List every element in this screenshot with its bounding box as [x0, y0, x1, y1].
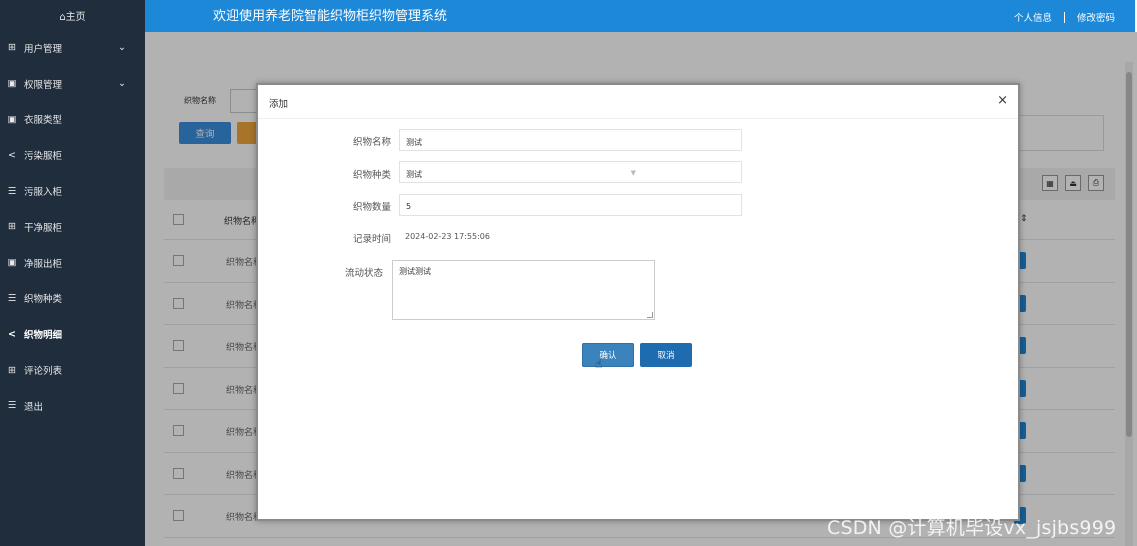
- sidebar-item[interactable]: ▣ 净服出柜: [0, 245, 145, 281]
- share-icon: <: [8, 149, 16, 161]
- sidebar-item[interactable]: ☰ 织物种类: [0, 281, 145, 317]
- chevron-down-icon: ⌄: [118, 42, 126, 53]
- sidebar-item[interactable]: ▣ 权限管理 ⌄: [0, 66, 145, 102]
- record-time-value: 2024-02-23 17:55:06: [405, 232, 490, 241]
- type-label: 织物种类: [352, 170, 391, 181]
- watermark: CSDN @计算机毕设vx_jsjbs999: [827, 517, 1117, 539]
- flow-status-textarea[interactable]: 测试测试: [392, 260, 655, 320]
- quantity-label: 织物数量: [352, 202, 391, 213]
- grid-icon: ⊞: [8, 364, 16, 376]
- hand-cursor-icon: ☝: [595, 357, 603, 371]
- name-field[interactable]: 测试: [399, 129, 742, 151]
- home-link[interactable]: ⌂主页: [0, 0, 145, 30]
- cancel-button[interactable]: 取消: [640, 343, 692, 367]
- sidebar-item-label: 织物种类: [24, 294, 63, 306]
- grid-icon: ⊞: [8, 221, 16, 233]
- page-title: 欢迎使用养老院智能织物柜织物管理系统: [213, 9, 448, 24]
- sidebar-item[interactable]: < 织物明细: [0, 316, 145, 352]
- list-icon: ☰: [7, 292, 17, 304]
- sidebar-item-label: 干净服柜: [24, 222, 63, 234]
- header-divider: [1063, 11, 1065, 23]
- sidebar-item-label: 污服入柜: [24, 187, 63, 199]
- type-select-value: 测试: [406, 170, 422, 179]
- flow-status-value: 测试测试: [399, 267, 431, 276]
- sidebar-item-label: 织物明细: [24, 330, 63, 342]
- grid-icon: ⊞: [8, 42, 16, 54]
- sidebar-item[interactable]: ⊞ 用户管理 ⌄: [0, 30, 145, 66]
- dialog-title: 添加: [269, 99, 289, 110]
- sidebar-item[interactable]: < 污染服柜: [0, 137, 145, 173]
- sidebar-item-label: 评论列表: [24, 366, 63, 378]
- change-password-link[interactable]: 修改密码: [1077, 10, 1115, 24]
- add-dialog: 添加 × 织物名称 测试 织物种类 测试 ▼ 织物数量 5 记录时间 2024-…: [256, 83, 1020, 521]
- sidebar-item-label: 衣服类型: [24, 115, 63, 127]
- chevron-down-icon: ⌄: [118, 77, 126, 89]
- share-icon: <: [8, 328, 16, 340]
- chevron-down-icon: ▼: [630, 169, 636, 177]
- type-select[interactable]: 测试: [399, 161, 742, 183]
- confirm-button[interactable]: 确认: [582, 343, 634, 367]
- sidebar-item[interactable]: ⊞ 干净服柜: [0, 209, 145, 245]
- dialog-header: 添加 ×: [258, 85, 1018, 119]
- home-label: ⌂主页: [59, 11, 86, 23]
- profile-link[interactable]: 个人信息: [1014, 10, 1052, 24]
- sidebar-item[interactable]: ▣ 衣服类型: [0, 102, 145, 138]
- sidebar-menu: ⊞ 用户管理 ⌄ ▣ 权限管理 ⌄ ▣ 衣服类型 < 污染服柜 ☰ 污服入柜 ⊞ 干净服柜 ▣ 净服出柜 ☰ 织物…: [0, 30, 145, 424]
- book-icon: ▣: [7, 113, 17, 125]
- sidebar-item-label: 权限管理: [24, 79, 63, 91]
- record-time-label: 记录时间: [352, 234, 391, 245]
- sidebar-item[interactable]: ☰ 退出: [0, 388, 145, 424]
- resize-handle-icon[interactable]: [647, 312, 653, 318]
- sidebar-item-label: 污染服柜: [24, 151, 63, 163]
- sidebar-item-label: 净服出柜: [24, 258, 63, 270]
- sidebar-item[interactable]: ☰ 污服入柜: [0, 173, 145, 209]
- quantity-field[interactable]: 5: [399, 194, 742, 216]
- close-icon[interactable]: ×: [997, 93, 1008, 108]
- name-label: 织物名称: [352, 137, 391, 148]
- sidebar: ⌂主页 ⊞ 用户管理 ⌄ ▣ 权限管理 ⌄ ▣ 衣服类型 < 污染服柜 ☰ 污服入柜 ⊞ 干净服柜 ▣ 净服出…: [0, 0, 145, 546]
- book-icon: ▣: [7, 78, 17, 90]
- sidebar-item-label: 退出: [24, 401, 44, 413]
- top-header: 欢迎使用养老院智能织物柜织物管理系统 个人信息 修改密码: [145, 0, 1135, 32]
- sidebar-item-label: 用户管理: [24, 43, 63, 55]
- book-icon: ▣: [7, 257, 17, 269]
- list-icon: ☰: [7, 185, 17, 197]
- flow-status-label: 流动状态: [344, 268, 383, 279]
- list-icon: ☰: [7, 400, 17, 412]
- sidebar-item[interactable]: ⊞ 评论列表: [0, 352, 145, 388]
- header-links: 个人信息 修改密码: [1014, 10, 1115, 24]
